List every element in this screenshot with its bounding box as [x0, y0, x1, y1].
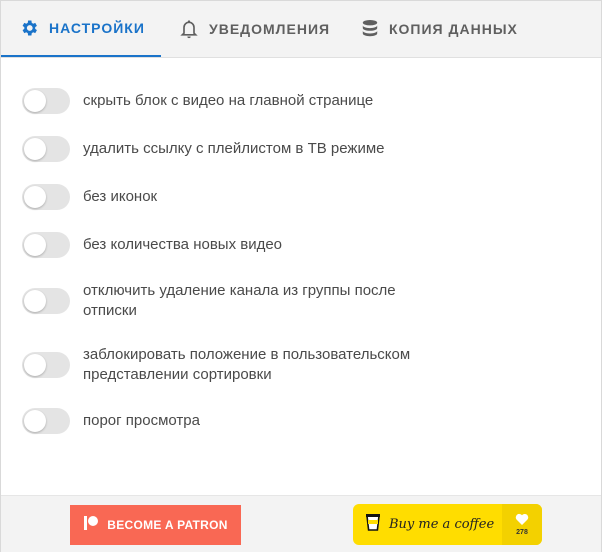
coffee-cup-icon [365, 512, 381, 537]
footer: BECOME A PATRON Buy me a coffee 278 [1, 495, 601, 552]
tab-notifications-label: УВЕДОМЛЕНИЯ [209, 21, 331, 37]
settings-panel: НАСТРОЙКИ УВЕДОМЛЕНИЯ КОПИЯ ДАННЫХ скрыт… [0, 0, 602, 552]
patreon-logo-icon [83, 515, 99, 536]
setting-remove-playlist-link-tv: удалить ссылку с плейлистом в ТВ режиме [22, 136, 453, 162]
heart-icon [515, 513, 529, 528]
setting-lock-sort-position: заблокировать положение в пользовательск… [22, 346, 453, 385]
tab-notifications[interactable]: УВЕДОМЛЕНИЯ [179, 1, 330, 57]
setting-label: удалить ссылку с плейлистом в ТВ режиме [83, 140, 385, 157]
toggle-knob [24, 354, 46, 376]
setting-label: без иконок [83, 188, 158, 205]
tab-bar: НАСТРОЙКИ УВЕДОМЛЕНИЯ КОПИЯ ДАННЫХ [1, 1, 601, 58]
toggle-switch[interactable] [22, 232, 70, 258]
toggle-knob [24, 410, 46, 432]
setting-hide-home-video-block: скрыть блок с видео на главной странице [22, 88, 453, 114]
supporter-count: 278 [502, 504, 542, 545]
bell-icon [179, 18, 199, 40]
toggle-switch[interactable] [22, 288, 70, 314]
become-patron-button[interactable]: BECOME A PATRON [70, 505, 241, 545]
toggle-knob [24, 234, 46, 256]
setting-label: отключить удаление канала из группы посл… [83, 282, 396, 319]
supporter-count-value: 278 [516, 529, 528, 536]
toggle-knob [24, 186, 46, 208]
tab-data-backup[interactable]: КОПИЯ ДАННЫХ [361, 1, 518, 57]
tab-settings-label: НАСТРОЙКИ [49, 20, 145, 36]
toggle-switch[interactable] [22, 88, 70, 114]
buy-me-a-coffee-button[interactable]: Buy me a coffee 278 [353, 504, 542, 545]
setting-view-threshold: порог просмотра [22, 408, 453, 434]
setting-label: порог просмотра [83, 412, 200, 429]
toggle-switch[interactable] [22, 184, 70, 210]
buy-me-a-coffee-label: Buy me a coffee [389, 517, 495, 532]
toggle-switch[interactable] [22, 408, 70, 434]
toggle-knob [24, 138, 46, 160]
tab-settings[interactable]: НАСТРОЙКИ [1, 1, 161, 57]
setting-no-new-video-count: без количества новых видео [22, 232, 453, 258]
setting-keep-channel-after-unsubscribe: отключить удаление канала из группы посл… [22, 282, 453, 321]
become-patron-label: BECOME A PATRON [107, 518, 228, 532]
setting-label: заблокировать положение в пользовательск… [83, 346, 411, 383]
setting-no-icons: без иконок [22, 184, 453, 210]
tab-data-backup-label: КОПИЯ ДАННЫХ [389, 21, 518, 37]
toggle-knob [24, 90, 46, 112]
toggle-knob [24, 290, 46, 312]
toggle-switch[interactable] [22, 136, 70, 162]
toggle-switch[interactable] [22, 352, 70, 378]
database-icon [361, 19, 379, 39]
setting-label: без количества новых видео [83, 236, 283, 253]
gear-icon [19, 18, 39, 38]
setting-label: скрыть блок с видео на главной странице [83, 92, 374, 109]
